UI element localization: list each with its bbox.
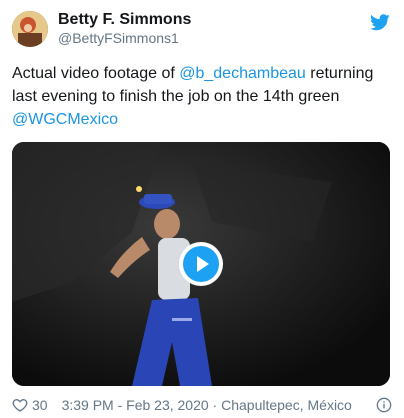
avatar[interactable] [12,11,48,47]
tweet-card: Betty F. Simmons @BettyFSimmons1 Actual … [0,0,404,418]
mention-link-wgcmexico[interactable]: @WGCMexico [12,111,118,128]
avatar-image [12,11,48,47]
author-block[interactable]: Betty F. Simmons @BettyFSimmons1 [58,10,191,47]
info-icon[interactable] [376,397,392,413]
mention-link-dechambeau[interactable]: @b_dechambeau [179,65,306,82]
tweet-text: Actual video footage of @b_dechambeau re… [12,62,392,131]
author-display-name[interactable]: Betty F. Simmons [58,10,191,29]
play-button[interactable] [183,246,219,282]
heart-icon[interactable] [12,397,28,413]
tweet-footer: 30 3:39 PM - Feb 23, 2020 · Chapultepec,… [12,397,392,413]
author-handle[interactable]: @BettyFSimmons1 [58,29,191,47]
video-media[interactable] [12,142,390,386]
tweet-text-part1: Actual video footage of [12,65,180,82]
like-count[interactable]: 30 [32,397,48,413]
twitter-bird-icon[interactable] [370,14,390,31]
tweet-timestamp-location[interactable]: 3:39 PM - Feb 23, 2020 · Chapultepec, Mé… [62,397,352,413]
